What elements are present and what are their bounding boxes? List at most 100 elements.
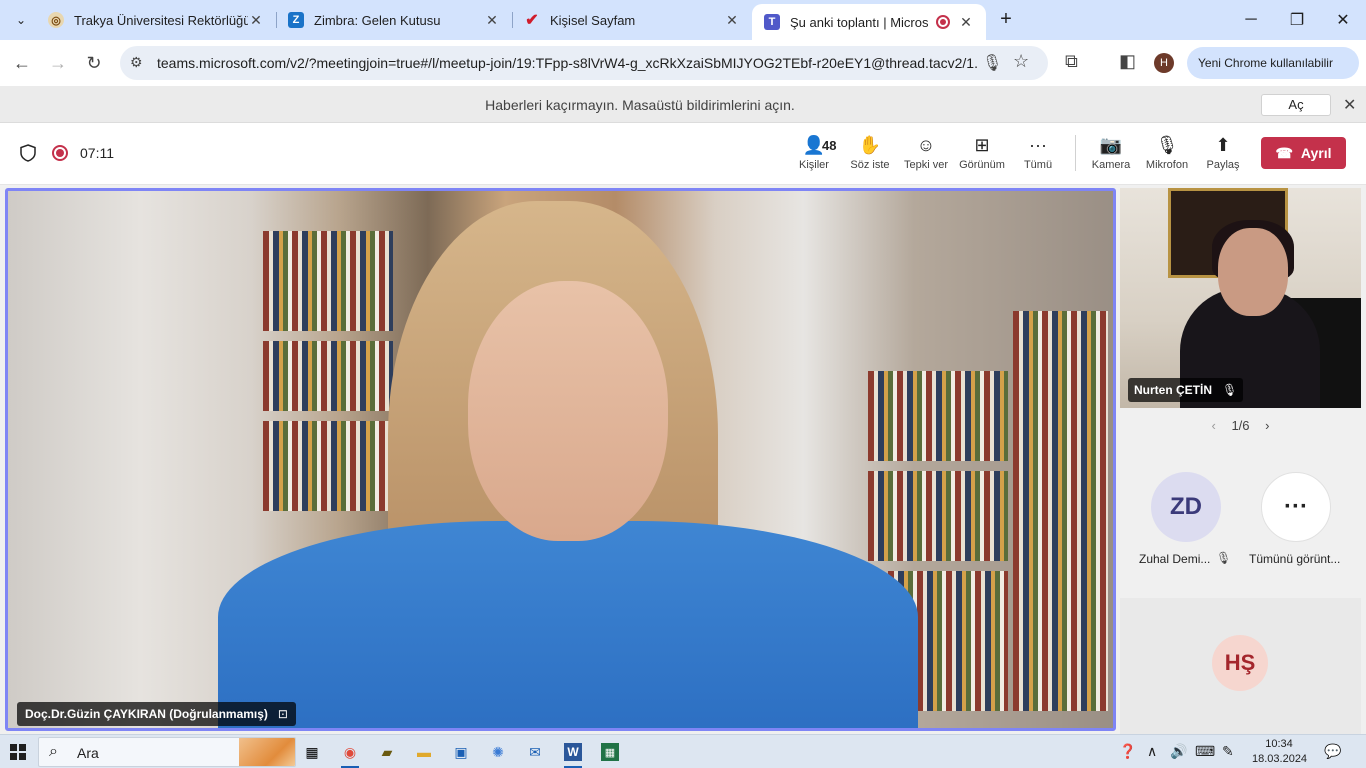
microphone-icon[interactable]: 🎙 bbox=[982, 53, 1002, 73]
speaker-name: Doç.Dr.Güzin ÇAYKIRAN (Doğrulanmamış) bbox=[25, 707, 268, 721]
close-tab-icon[interactable]: ✕ bbox=[248, 12, 264, 29]
grid-view-icon: ⊞ bbox=[974, 135, 990, 155]
more-button[interactable]: ··· Tümü bbox=[1010, 133, 1066, 171]
leave-button[interactable]: ☎ Ayrıl bbox=[1261, 137, 1346, 169]
participant-avatar-hs: HŞ bbox=[1212, 635, 1268, 691]
participant-name: Nurten ÇETİN bbox=[1134, 383, 1212, 397]
enable-notifications-button[interactable]: Aç bbox=[1261, 94, 1331, 116]
notification-text: Haberleri kaçırmayın. Masaüstü bildiriml… bbox=[485, 97, 795, 113]
search-label: Ara bbox=[77, 745, 99, 761]
speaker-icon[interactable]: 🔊 bbox=[1170, 743, 1187, 760]
mic-muted-icon: 🎙 bbox=[1216, 551, 1232, 565]
camera-button[interactable]: 📷 Kamera bbox=[1083, 133, 1139, 171]
close-window-icon[interactable]: ✕ bbox=[1320, 0, 1366, 40]
share-button[interactable]: ⬆ Paylaş bbox=[1195, 133, 1251, 171]
notifications-icon[interactable]: 💬 bbox=[1324, 743, 1341, 760]
zimbra-favicon-icon: Z bbox=[288, 12, 304, 28]
close-tab-icon[interactable]: ✕ bbox=[958, 14, 974, 31]
hand-icon: ✋ bbox=[858, 135, 882, 155]
microphone-button[interactable]: 🎙 Mikrofon bbox=[1139, 133, 1195, 171]
taskbar-clock[interactable]: 10:34 18.03.2024 bbox=[1252, 737, 1307, 767]
file-explorer-icon[interactable]: ▬ bbox=[411, 739, 437, 765]
sticky-notes-icon[interactable]: ▰ bbox=[374, 739, 400, 765]
notification-bar: Haberleri kaçırmayın. Masaüstü bildiriml… bbox=[0, 86, 1366, 123]
tab-trakya[interactable]: ◎ Trakya Üniversitesi Rektörlüğü ✕ bbox=[36, 0, 276, 40]
taskbar-search[interactable]: ⌕ Ara bbox=[38, 737, 296, 767]
participant-name-tag: Nurten ÇETİN 🎙 bbox=[1128, 378, 1244, 402]
chrome-icon[interactable]: ◉ bbox=[337, 739, 363, 768]
more-dots-icon: ··· bbox=[1029, 135, 1047, 155]
bookshelf-image bbox=[868, 471, 1008, 561]
microphone-label: Mikrofon bbox=[1145, 159, 1189, 171]
close-icon[interactable]: ✕ bbox=[1343, 95, 1356, 115]
share-label: Paylaş bbox=[1206, 159, 1240, 171]
tab-zimbra[interactable]: Z Zimbra: Gelen Kutusu ✕ bbox=[276, 0, 512, 40]
participants-side-panel: Nurten ÇETİN 🎙 ‹ 1/6 › ZD Zuhal Demi... … bbox=[1120, 185, 1366, 734]
chrome-update-button[interactable]: Yeni Chrome kullanılabilir bbox=[1187, 47, 1359, 79]
view-label: Görünüm bbox=[959, 159, 1005, 171]
recording-icon bbox=[52, 145, 68, 161]
participant-avatar-zd[interactable]: ZD bbox=[1151, 472, 1221, 542]
clock-time: 10:34 bbox=[1265, 738, 1293, 750]
close-tab-icon[interactable]: ✕ bbox=[724, 12, 740, 29]
address-bar[interactable]: ⚙ teams.microsoft.com/v2/?meetingjoin=tr… bbox=[120, 46, 1048, 80]
share-icon: ⬆ bbox=[1215, 135, 1231, 155]
tab-title: Şu anki toplantı | Microsoft bbox=[790, 14, 928, 30]
people-label: Kişiler bbox=[799, 159, 829, 171]
restore-icon[interactable]: ❐ bbox=[1274, 0, 1320, 40]
back-arrow-icon[interactable]: ← bbox=[8, 49, 36, 77]
pen-icon[interactable]: ✎ bbox=[1222, 743, 1234, 760]
minimize-icon[interactable]: ─ bbox=[1228, 0, 1274, 40]
url-text[interactable]: teams.microsoft.com/v2/?meetingjoin=true… bbox=[157, 55, 977, 71]
profile-avatar[interactable]: H bbox=[1154, 53, 1174, 73]
store-icon[interactable]: ▣ bbox=[448, 739, 474, 765]
forward-arrow-icon[interactable]: → bbox=[44, 49, 72, 77]
speaker-face bbox=[468, 281, 668, 541]
next-page-icon[interactable]: › bbox=[1265, 418, 1269, 433]
search-highlight-image bbox=[239, 738, 295, 766]
people-count: 48 bbox=[822, 138, 837, 153]
browser-toolbar: ← → ↻ ⚙ teams.microsoft.com/v2/?meetingj… bbox=[0, 40, 1366, 86]
keyboard-layout-icon[interactable]: ⌨ bbox=[1195, 743, 1215, 760]
see-all-label[interactable]: Tümünü görünt... bbox=[1249, 552, 1340, 566]
help-icon[interactable]: ❓ bbox=[1119, 743, 1136, 760]
phone-hangup-icon: ☎ bbox=[1275, 144, 1293, 161]
participant-video-tile[interactable]: Nurten ÇETİN 🎙 bbox=[1120, 188, 1361, 408]
see-all-button[interactable]: ··· bbox=[1261, 472, 1331, 542]
mail-icon[interactable]: ✉ bbox=[522, 739, 548, 765]
meeting-timer: 07:11 bbox=[80, 145, 114, 161]
speaker-body bbox=[218, 521, 918, 728]
main-speaker-name-tag: Doç.Dr.Güzin ÇAYKIRAN (Doğrulanmamış) ⊡ bbox=[17, 702, 296, 726]
mic-off-icon: 🎙 bbox=[1155, 135, 1179, 155]
participant-tile-hs[interactable]: HŞ bbox=[1120, 598, 1361, 734]
camera-label: Kamera bbox=[1091, 159, 1131, 171]
excel-icon[interactable]: ▦ bbox=[597, 739, 623, 765]
bookmark-star-icon[interactable]: ☆ bbox=[1013, 51, 1029, 72]
windows-start-icon[interactable] bbox=[10, 744, 26, 760]
reload-icon[interactable]: ↻ bbox=[80, 49, 108, 77]
mic-muted-icon: 🎙 bbox=[1222, 383, 1238, 397]
react-button[interactable]: ☺ Tepki ver bbox=[898, 133, 954, 171]
tab-search-chevron-icon[interactable]: ⌄ bbox=[8, 7, 34, 33]
meeting-header: 07:11 👤 48 Kişiler ✋ Söz iste ☺ Tepki ve… bbox=[0, 123, 1366, 185]
close-tab-icon[interactable]: ✕ bbox=[484, 12, 500, 29]
previous-page-icon[interactable]: ‹ bbox=[1211, 418, 1215, 433]
task-view-icon[interactable]: ▦ bbox=[299, 739, 325, 765]
chevron-up-icon[interactable]: ∧ bbox=[1147, 743, 1157, 760]
people-button[interactable]: 👤 48 Kişiler bbox=[786, 133, 842, 171]
site-settings-icon[interactable]: ⚙ bbox=[130, 54, 143, 71]
shield-icon bbox=[20, 144, 36, 162]
extensions-puzzle-icon[interactable]: ⧉ bbox=[1065, 51, 1078, 72]
tab-teams-meeting[interactable]: T Şu anki toplantı | Microsoft ✕ bbox=[752, 4, 986, 40]
view-button[interactable]: ⊞ Görünüm bbox=[954, 133, 1010, 171]
main-speaker-video[interactable]: Doç.Dr.Güzin ÇAYKIRAN (Doğrulanmamış) ⊡ bbox=[5, 188, 1116, 731]
tab-kisisel[interactable]: ✔ Kişisel Sayfam ✕ bbox=[512, 0, 752, 40]
more-label: Tümü bbox=[1023, 159, 1053, 171]
new-tab-button[interactable]: + bbox=[994, 8, 1018, 32]
raise-hand-button[interactable]: ✋ Söz iste bbox=[842, 133, 898, 171]
search-icon: ⌕ bbox=[49, 743, 58, 760]
page-indicator: 1/6 bbox=[1231, 418, 1250, 433]
word-icon[interactable]: W bbox=[560, 739, 586, 768]
copilot-icon[interactable]: ✺ bbox=[485, 739, 511, 765]
side-panel-icon[interactable]: ◧ bbox=[1119, 51, 1136, 72]
